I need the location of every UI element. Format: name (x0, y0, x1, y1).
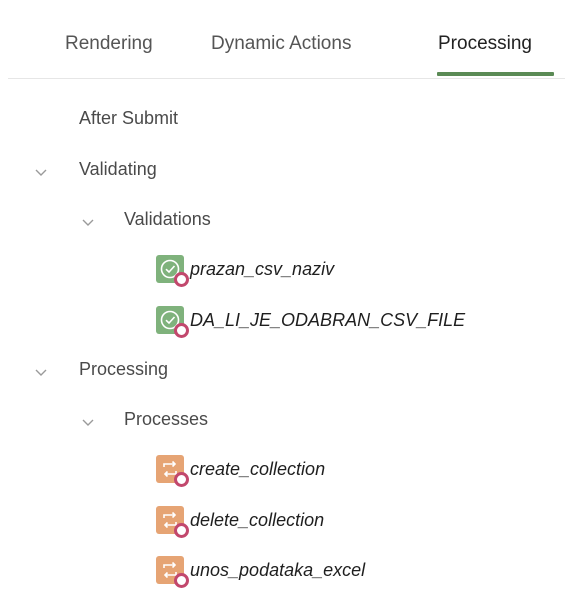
tree-node-after-submit[interactable]: After Submit (79, 103, 178, 133)
validation-label: prazan_csv_naziv (190, 258, 335, 279)
validation-icon (156, 306, 189, 338)
tree-item-process[interactable]: delete_collection (156, 505, 325, 538)
tab-processing[interactable]: Processing (438, 33, 532, 55)
tree-node-processes[interactable]: Processes (124, 404, 208, 434)
tree-label-validating: Validating (79, 158, 157, 179)
tree-item-validation[interactable]: prazan_csv_naziv (156, 254, 335, 287)
tree-item-process[interactable]: unos_podataka_excel (156, 555, 366, 588)
tab-bar: Rendering Dynamic Actions Processing (8, 8, 565, 79)
process-label: delete_collection (190, 509, 325, 530)
tree-node-processing[interactable]: Processing (79, 354, 168, 384)
processing-panel: Rendering Dynamic Actions Processing Aft… (8, 8, 565, 593)
validation-icon (156, 255, 189, 287)
validation-label: DA_LI_JE_ODABRAN_CSV_FILE (190, 309, 466, 330)
tree-item-validation[interactable]: DA_LI_JE_ODABRAN_CSV_FILE (156, 305, 466, 338)
tab-dynamic-actions[interactable]: Dynamic Actions (211, 33, 351, 55)
process-label: unos_podataka_excel (190, 559, 366, 580)
tree-label-processing: Processing (79, 358, 169, 379)
chevron-down-icon[interactable] (32, 363, 50, 381)
process-icon (156, 556, 189, 588)
chevron-down-icon[interactable] (79, 213, 97, 231)
tree-label-after-submit: After Submit (79, 107, 179, 128)
chevron-down-icon[interactable] (32, 163, 50, 181)
process-label: create_collection (190, 458, 326, 479)
tree-label-validations: Validations (124, 208, 211, 229)
tree-item-process[interactable]: create_collection (156, 454, 326, 487)
tree-node-validating[interactable]: Validating (79, 154, 157, 184)
process-icon (156, 506, 189, 538)
tab-rendering[interactable]: Rendering (65, 33, 153, 55)
chevron-down-icon[interactable] (79, 413, 97, 431)
process-icon (156, 455, 189, 487)
tree-label-processes: Processes (124, 408, 209, 429)
tree-node-validations[interactable]: Validations (124, 204, 211, 234)
top-strip (0, 0, 565, 8)
active-tab-indicator (437, 72, 554, 76)
